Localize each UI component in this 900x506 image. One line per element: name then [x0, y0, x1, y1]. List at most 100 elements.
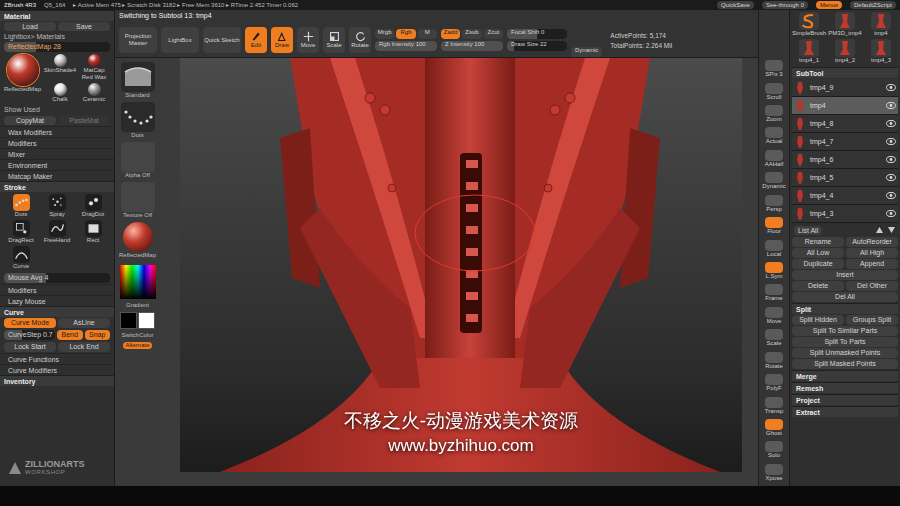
palette-header[interactable]: Merge: [792, 370, 898, 381]
view-tool-icon[interactable]: [765, 172, 783, 183]
subpalette[interactable]: Curve Modifiers: [0, 364, 114, 375]
document-canvas[interactable]: 不移之火-动漫游戏美术资源www.byzhihuo.com: [160, 58, 758, 486]
view-tool[interactable]: Ghost: [759, 417, 789, 439]
palette-header[interactable]: Stroke: [0, 181, 114, 192]
material-sphere-icon[interactable]: [54, 83, 67, 96]
palette-header[interactable]: Split: [792, 303, 898, 314]
main-color[interactable]: [120, 312, 137, 329]
dynamic-button[interactable]: Dynamic: [571, 47, 602, 57]
shelf-slot[interactable]: Dots: [121, 102, 155, 139]
palette-header[interactable]: SubTool: [792, 67, 898, 78]
material-button[interactable]: Load: [4, 22, 56, 31]
view-tool-icon[interactable]: [765, 127, 783, 138]
stroke-type[interactable]: Dots: [4, 194, 38, 218]
palette-header[interactable]: Remesh: [792, 382, 898, 393]
shelf-slot[interactable]: Standard: [121, 62, 155, 99]
material-button[interactable]: PasteMat: [58, 116, 110, 125]
z-group-slider[interactable]: Z Intensity 100: [441, 41, 503, 51]
view-tool[interactable]: Zoom: [759, 103, 789, 125]
view-tool[interactable]: Persp: [759, 193, 789, 215]
show-used[interactable]: Show Used: [0, 105, 114, 115]
eye-icon[interactable]: [886, 210, 896, 217]
tray-button[interactable]: Append: [846, 259, 898, 269]
title-button[interactable]: See-through 0: [762, 1, 808, 9]
tray-button[interactable]: Split Masked Points: [792, 359, 898, 369]
tray-button[interactable]: Duplicate: [792, 259, 844, 269]
subpalette[interactable]: Modifiers: [0, 137, 114, 148]
material-swatch[interactable]: Chalk: [44, 83, 76, 103]
tool-button[interactable]: Edit: [245, 27, 267, 53]
title-button[interactable]: Menus: [816, 1, 842, 9]
view-tool-icon[interactable]: [765, 240, 783, 251]
view-tool[interactable]: Transp: [759, 394, 789, 416]
view-tool[interactable]: Xpose: [759, 462, 789, 484]
view-tool-icon[interactable]: [765, 419, 783, 430]
title-button[interactable]: DefaultZScript: [850, 1, 896, 9]
mode-button[interactable]: LightBox: [161, 27, 199, 53]
shelf-slot[interactable]: Texture Off: [121, 182, 155, 219]
subpalette[interactable]: Environment: [0, 159, 114, 170]
eye-icon[interactable]: [886, 174, 896, 181]
curve-button[interactable]: Lock End: [58, 342, 110, 352]
tool-thumb[interactable]: SimpleBrush: [792, 12, 826, 37]
view-tool[interactable]: AAHalf: [759, 148, 789, 170]
eye-icon[interactable]: [886, 120, 896, 127]
subtool-row[interactable]: tmp4_8: [792, 115, 898, 133]
subpalette[interactable]: Lazy Mouse: [0, 295, 114, 306]
view-tool-icon[interactable]: [765, 217, 783, 228]
tool-thumb[interactable]: tmp4_1: [792, 39, 826, 64]
view-tool-icon[interactable]: [765, 352, 783, 363]
view-tool[interactable]: Floor: [759, 215, 789, 237]
view-tool-icon[interactable]: [765, 60, 783, 71]
view-tool-icon[interactable]: [765, 329, 783, 340]
material-swatch[interactable]: MatCap Red Wax: [78, 54, 110, 81]
tool-button[interactable]: Scale: [323, 27, 345, 53]
tray-button[interactable]: Split To Similar Parts: [792, 326, 898, 336]
tray-button[interactable]: Delete: [792, 281, 844, 291]
tray-button[interactable]: Insert: [792, 270, 898, 280]
curve-button[interactable]: Curve Mode: [4, 318, 56, 328]
secondary-color[interactable]: [138, 312, 155, 329]
view-tool-icon[interactable]: [765, 374, 783, 385]
view-tool[interactable]: Move: [759, 305, 789, 327]
subpalette[interactable]: Mixer: [0, 148, 114, 159]
material-sphere-icon[interactable]: [54, 54, 67, 67]
subtool-row[interactable]: tmp4: [792, 97, 898, 115]
material-swatch[interactable]: SkinShade4: [44, 54, 76, 81]
material-sphere-icon[interactable]: [88, 83, 101, 96]
tool-thumb[interactable]: tmp4: [864, 12, 898, 37]
tray-button[interactable]: Del All: [792, 292, 898, 302]
material-sphere-icon[interactable]: [88, 54, 101, 67]
tray-button[interactable]: Split Unmasked Points: [792, 348, 898, 358]
curve-button[interactable]: Snap: [85, 330, 111, 340]
subpalette[interactable]: Wax Modifiers: [0, 126, 114, 137]
view-tool-icon[interactable]: [765, 83, 783, 94]
view-tool-icon[interactable]: [765, 150, 783, 161]
focal-shift-slider[interactable]: Focal Shift 0: [507, 29, 567, 39]
palette-header[interactable]: Inventory: [0, 375, 114, 386]
tool-button[interactable]: Move: [297, 27, 319, 53]
material-sphere-icon[interactable]: [7, 54, 39, 86]
mode-toggle[interactable]: Zsub: [462, 29, 481, 39]
list-all-button[interactable]: List All: [794, 226, 822, 235]
curve-step-slider[interactable]: CurveStep 0.7: [4, 330, 55, 340]
mode-toggle[interactable]: Zadd: [441, 29, 460, 39]
stroke-type[interactable]: DragDot: [76, 194, 110, 218]
palette-header[interactable]: Curve: [0, 306, 114, 317]
view-tool-icon[interactable]: [765, 441, 783, 452]
subtool-row[interactable]: tmp4_7: [792, 133, 898, 151]
subtool-row[interactable]: tmp4_5: [792, 169, 898, 187]
view-tool[interactable]: Rotate: [759, 349, 789, 371]
stroke-type[interactable]: Rect: [76, 220, 110, 244]
tool-button[interactable]: Rotate: [349, 27, 371, 53]
mode-toggle[interactable]: Mrgb: [375, 29, 394, 39]
stroke-type[interactable]: Curve: [4, 246, 38, 270]
stroke-type[interactable]: Spray: [40, 194, 74, 218]
tray-button[interactable]: All Low: [792, 248, 844, 258]
subtool-row[interactable]: tmp4_3: [792, 205, 898, 223]
palette-header[interactable]: Extract: [792, 406, 898, 417]
palette-header[interactable]: Material: [0, 10, 114, 21]
view-tool-icon[interactable]: [765, 105, 783, 116]
material-button[interactable]: CopyMat: [4, 116, 56, 125]
curve-button[interactable]: Lock Start: [4, 342, 56, 352]
